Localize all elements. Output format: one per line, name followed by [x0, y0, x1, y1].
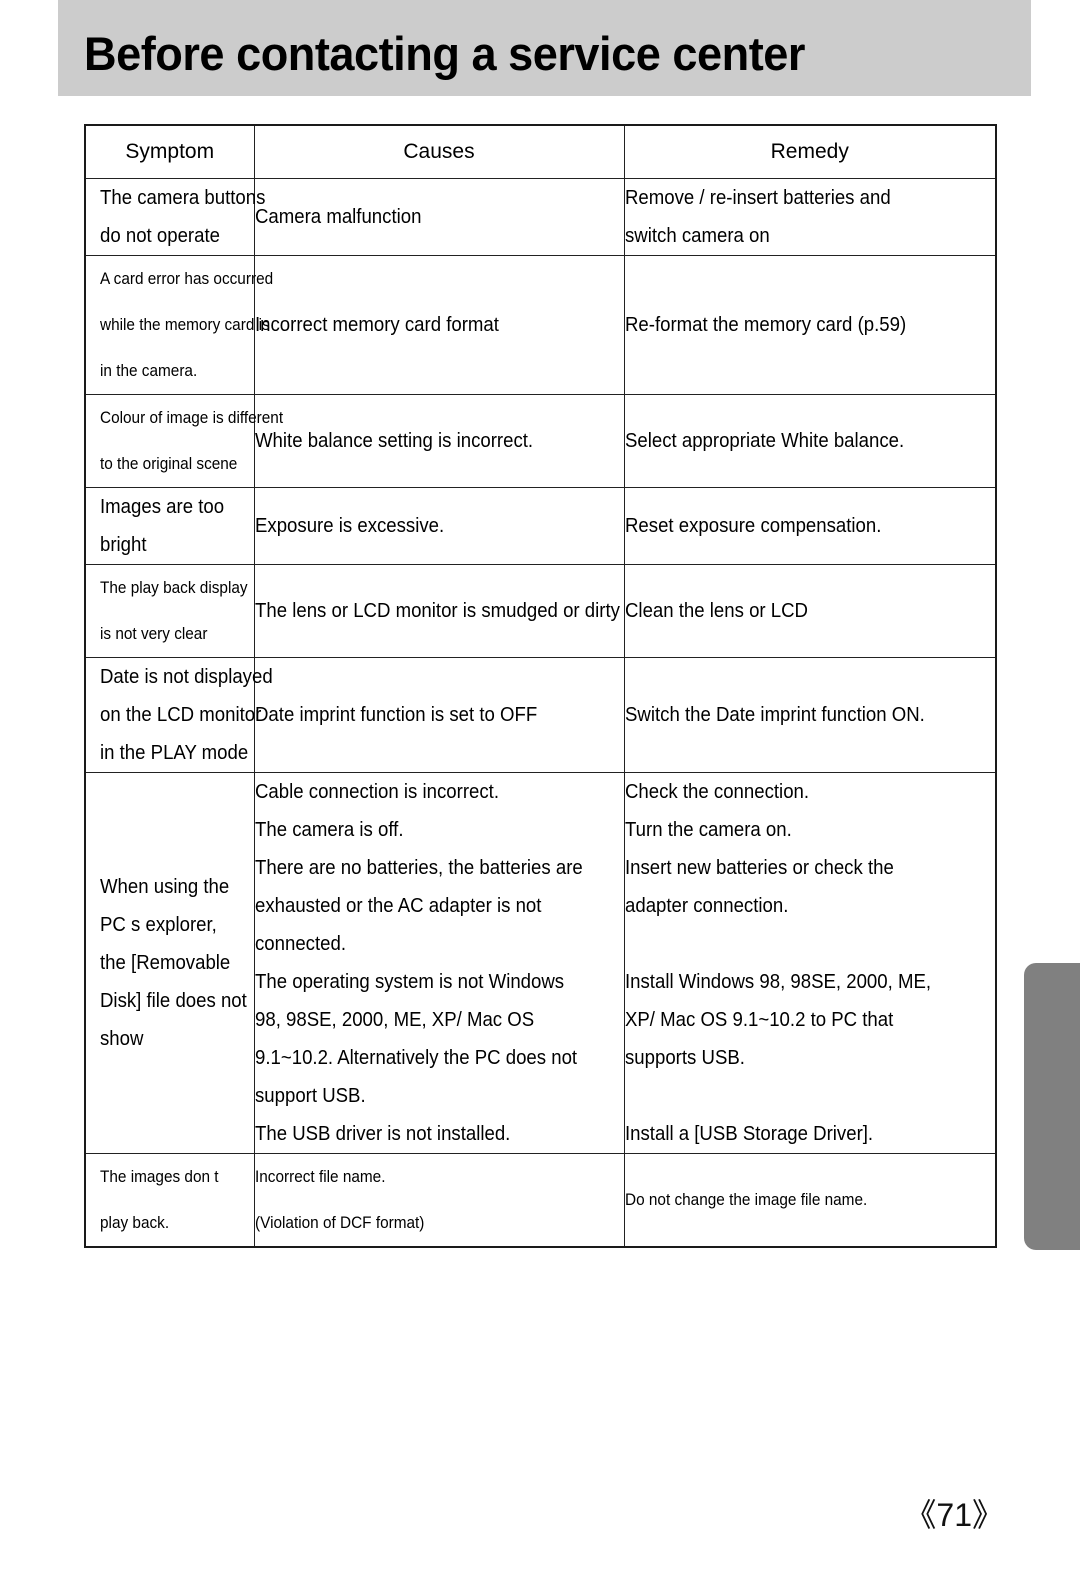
- page-number: 《71》: [904, 1497, 1004, 1533]
- table-cell-remedy: Re-format the memory card (p.59): [623, 255, 997, 395]
- cell-line: The lens or LCD monitor is smudged or di…: [254, 600, 620, 622]
- table-row: When using the PC s explorer, the [Removab…: [84, 772, 997, 1154]
- cell-line: XP/ Mac OS 9.1~10.2 to PC that: [624, 1009, 893, 1031]
- table-cell-causes: White balance setting is incorrect.: [253, 394, 625, 488]
- cell-line: Remove / re-insert batteries and: [624, 187, 891, 209]
- column-header-symptom: Symptom: [84, 124, 255, 179]
- cell-line: (Violation of DCF format): [254, 1214, 424, 1232]
- cell-line: bright: [100, 534, 147, 556]
- table-cell-remedy: Reset exposure compensation.: [623, 487, 997, 565]
- table-cell-remedy: Switch the Date imprint function ON.: [623, 657, 997, 773]
- cell-line: Insert new batteries or check the: [624, 857, 894, 879]
- table-cell-remedy: Clean the lens or LCD: [623, 564, 997, 658]
- table-cell-symptom: The images don t play back.: [84, 1153, 255, 1248]
- troubleshooting-table: Symptom Causes Remedy The camera buttons…: [84, 124, 997, 1248]
- cell-line: Check the connection.: [624, 781, 809, 803]
- cell-line: supports USB.: [624, 1047, 745, 1069]
- cell-line: Install Windows 98, 98SE, 2000, ME,: [624, 971, 931, 993]
- table-row: Date is not displayed on the LCD monitor i…: [84, 657, 997, 773]
- cell-line: the [Removable: [100, 952, 231, 974]
- cell-line: A card error has occurred: [100, 270, 274, 288]
- cell-line: The camera is off.: [254, 819, 404, 841]
- cell-line: Images are too: [100, 496, 225, 518]
- table-cell-causes: The lens or LCD monitor is smudged or di…: [253, 564, 625, 658]
- cell-line: White balance setting is incorrect.: [254, 430, 533, 452]
- table-cell-remedy: Select appropriate White balance.: [623, 394, 997, 488]
- table-cell-causes: Incorrect file name. (Violation of DCF fo…: [253, 1153, 625, 1248]
- cell-line: on the LCD monitor: [100, 704, 262, 726]
- table-cell-symptom: The camera buttons do not operate: [84, 178, 266, 256]
- cell-line: 9.1~10.2. Alternatively the PC does not: [254, 1047, 577, 1069]
- table-cell-symptom: Colour of image is different to the origi…: [84, 394, 284, 488]
- cell-line: Camera malfunction: [254, 206, 421, 228]
- cell-line: to the original scene: [100, 455, 238, 473]
- table-row: Colour of image is different to the origi…: [84, 394, 997, 488]
- cell-line: do not operate: [100, 225, 220, 247]
- cell-line: The play back display: [100, 579, 248, 597]
- table-cell-symptom: A card error has occurred while the memor…: [84, 255, 274, 395]
- cell-line: Exposure is excessive.: [254, 515, 444, 537]
- cell-line: Date is not displayed: [100, 666, 273, 688]
- column-header-remedy: Remedy: [623, 124, 997, 179]
- cell-line: support USB.: [254, 1085, 366, 1107]
- table-header-row: Symptom Causes Remedy: [84, 124, 997, 179]
- table-cell-symptom: The play back display is not very clear: [84, 564, 255, 658]
- cell-line: switch camera on: [624, 225, 770, 247]
- cell-line: Switch the Date imprint function ON.: [624, 704, 925, 726]
- table-row: A card error has occurred while the memor…: [84, 255, 997, 395]
- cell-line: while the memory card is: [100, 316, 270, 334]
- table-cell-symptom: When using the PC s explorer, the [Removab…: [84, 772, 255, 1154]
- cell-line: PC s explorer,: [100, 914, 217, 936]
- cell-line: in the PLAY mode: [100, 742, 249, 764]
- cell-line: in the camera.: [100, 362, 198, 380]
- cell-line: The USB driver is not installed.: [254, 1123, 510, 1145]
- table-row: The play back display is not very clear Th…: [84, 564, 997, 658]
- table-cell-remedy: Do not change the image file name.: [623, 1153, 997, 1248]
- cell-line: [625, 1077, 996, 1115]
- cell-line: Re-format the memory card (p.59): [624, 314, 906, 336]
- cell-line: Date imprint function is set to OFF: [254, 704, 537, 726]
- cell-line: The operating system is not Windows: [254, 971, 564, 993]
- table-cell-causes: Camera malfunction: [253, 178, 625, 256]
- table-row: The camera buttons do not operate Camera m…: [84, 178, 997, 256]
- table-cell-causes: Incorrect memory card format: [253, 255, 625, 395]
- cell-line: The images don t: [100, 1168, 219, 1186]
- table-cell-symptom: Images are too bright: [84, 487, 255, 565]
- cell-line: Incorrect file name.: [254, 1168, 385, 1186]
- cell-line: Turn the camera on.: [624, 819, 792, 841]
- cell-line: Cable connection is incorrect.: [254, 781, 499, 803]
- cell-line: When using the: [100, 876, 230, 898]
- cell-line: Reset exposure compensation.: [624, 515, 881, 537]
- cell-line: Disk] file does not: [100, 990, 247, 1012]
- table-cell-causes: Date imprint function is set to OFF: [253, 657, 625, 773]
- table-row: Images are too bright Exposure is excessiv…: [84, 487, 997, 565]
- cell-line: play back.: [100, 1214, 170, 1232]
- page-title: Before contacting a service center: [84, 27, 805, 80]
- table-body: The camera buttons do not operate Camera m…: [84, 178, 997, 1248]
- section-tab-marker: [1024, 963, 1080, 1250]
- cell-line: is not very clear: [100, 625, 208, 643]
- cell-line: There are no batteries, the batteries ar…: [254, 857, 583, 879]
- table-cell-remedy: Remove / re-insert batteries and switch c…: [623, 178, 997, 256]
- table-cell-remedy: Check the connection. Turn the camera on.…: [623, 772, 997, 1154]
- cell-line: Colour of image is different: [100, 409, 284, 427]
- cell-line: Clean the lens or LCD: [624, 600, 808, 622]
- troubleshooting-table-wrapper: Symptom Causes Remedy The camera buttons…: [84, 124, 997, 1248]
- cell-line: connected.: [254, 933, 346, 955]
- table-cell-causes: Exposure is excessive.: [253, 487, 625, 565]
- cell-line: adapter connection.: [624, 895, 788, 917]
- column-header-causes: Causes: [253, 124, 625, 179]
- cell-line: The camera buttons: [100, 187, 266, 209]
- cell-line: 98, 98SE, 2000, ME, XP/ Mac OS: [254, 1009, 534, 1031]
- cell-line: Do not change the image file name.: [624, 1191, 867, 1209]
- cell-line: Install a [USB Storage Driver].: [624, 1123, 873, 1145]
- cell-line: show: [100, 1028, 144, 1050]
- table-cell-causes: Cable connection is incorrect. The camera…: [253, 772, 625, 1154]
- cell-line: Incorrect memory card format: [254, 314, 499, 336]
- table-cell-symptom: Date is not displayed on the LCD monitor i…: [84, 657, 273, 773]
- cell-line: exhausted or the AC adapter is not: [254, 895, 541, 917]
- cell-line: [625, 925, 996, 963]
- cell-line: Select appropriate White balance.: [624, 430, 904, 452]
- table-row: The images don t play back. Incorrect file…: [84, 1153, 997, 1248]
